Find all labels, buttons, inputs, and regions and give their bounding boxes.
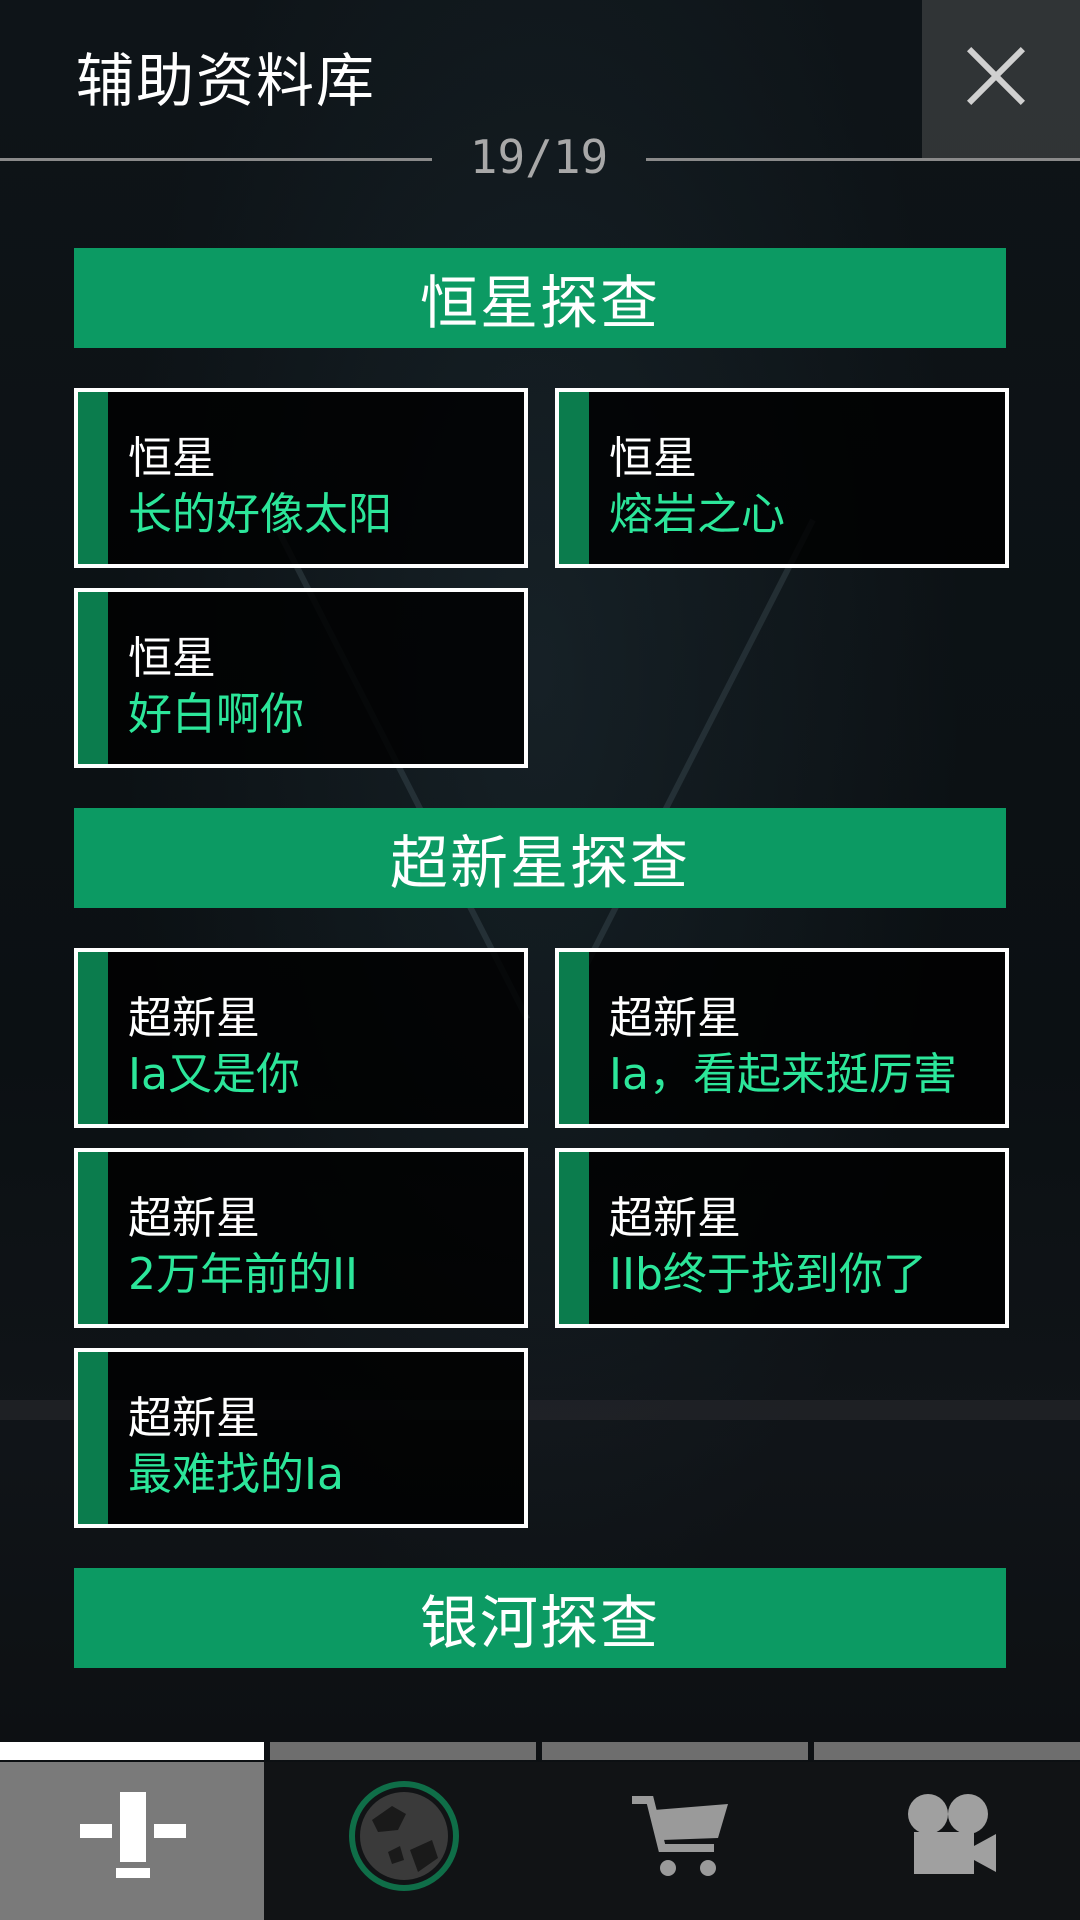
progress-counter: 19/19 (469, 130, 609, 184)
nav-tab-database[interactable] (0, 1762, 264, 1920)
entry-card[interactable]: 恒星 熔岩之心 (555, 388, 1009, 568)
close-icon (966, 46, 1026, 106)
camera-icon (908, 1794, 996, 1874)
planet-icon (349, 1781, 459, 1891)
close-button[interactable] (922, 0, 1080, 158)
card-category: 超新星 (128, 1193, 260, 1244)
card-category: 超新星 (609, 1193, 741, 1244)
cart-icon (632, 1796, 728, 1876)
section-header-supernova[interactable]: 超新星探查 (74, 808, 1006, 908)
nav-tab-camera[interactable] (814, 1762, 1080, 1920)
dock-icon (80, 1792, 188, 1882)
entry-card[interactable]: 超新星 IIb终于找到你了 (555, 1148, 1009, 1328)
card-name: 2万年前的II (128, 1249, 358, 1300)
card-name: 熔岩之心 (609, 489, 785, 540)
entry-card[interactable]: 恒星 好白啊你 (74, 588, 528, 768)
card-category: 超新星 (609, 993, 741, 1044)
card-name: Ia，看起来挺厉害 (609, 1049, 957, 1100)
tab-indicator-active (0, 1742, 264, 1760)
tab-indicator (542, 1742, 808, 1760)
card-name: Ia又是你 (128, 1049, 300, 1100)
card-category: 恒星 (609, 433, 697, 484)
card-stripe (78, 952, 108, 1124)
tab-indicator (270, 1742, 536, 1760)
section-header-galaxy[interactable]: 银河探查 (74, 1568, 1006, 1668)
card-stripe (78, 392, 108, 564)
bottom-nav (0, 1762, 1080, 1920)
divider-left (0, 158, 432, 161)
entry-card[interactable]: 超新星 Ia，看起来挺厉害 (555, 948, 1009, 1128)
card-category: 恒星 (128, 633, 216, 684)
entry-card[interactable]: 超新星 2万年前的II (74, 1148, 528, 1328)
divider-right (646, 158, 1080, 161)
card-name: IIb终于找到你了 (609, 1249, 927, 1300)
card-name: 长的好像太阳 (128, 489, 392, 540)
card-stripe (78, 1352, 108, 1524)
section-header-star[interactable]: 恒星探查 (74, 248, 1006, 348)
card-name: 最难找的Ia (128, 1449, 344, 1500)
card-stripe (559, 952, 589, 1124)
card-stripe (78, 1152, 108, 1324)
entry-card[interactable]: 超新星 Ia又是你 (74, 948, 528, 1128)
entry-card[interactable]: 恒星 长的好像太阳 (74, 388, 528, 568)
card-name: 好白啊你 (128, 689, 304, 740)
card-stripe (78, 592, 108, 764)
nav-tab-planet[interactable] (270, 1762, 540, 1920)
nav-tab-shop[interactable] (542, 1762, 812, 1920)
card-category: 恒星 (128, 433, 216, 484)
entry-card[interactable]: 超新星 最难找的Ia (74, 1348, 528, 1528)
card-category: 超新星 (128, 1393, 260, 1444)
card-stripe (559, 392, 589, 564)
page-title: 辅助资料库 (76, 47, 377, 115)
tab-indicator (814, 1742, 1080, 1760)
background-beam-right (556, 518, 816, 1021)
card-stripe (559, 1152, 589, 1324)
card-category: 超新星 (128, 993, 260, 1044)
